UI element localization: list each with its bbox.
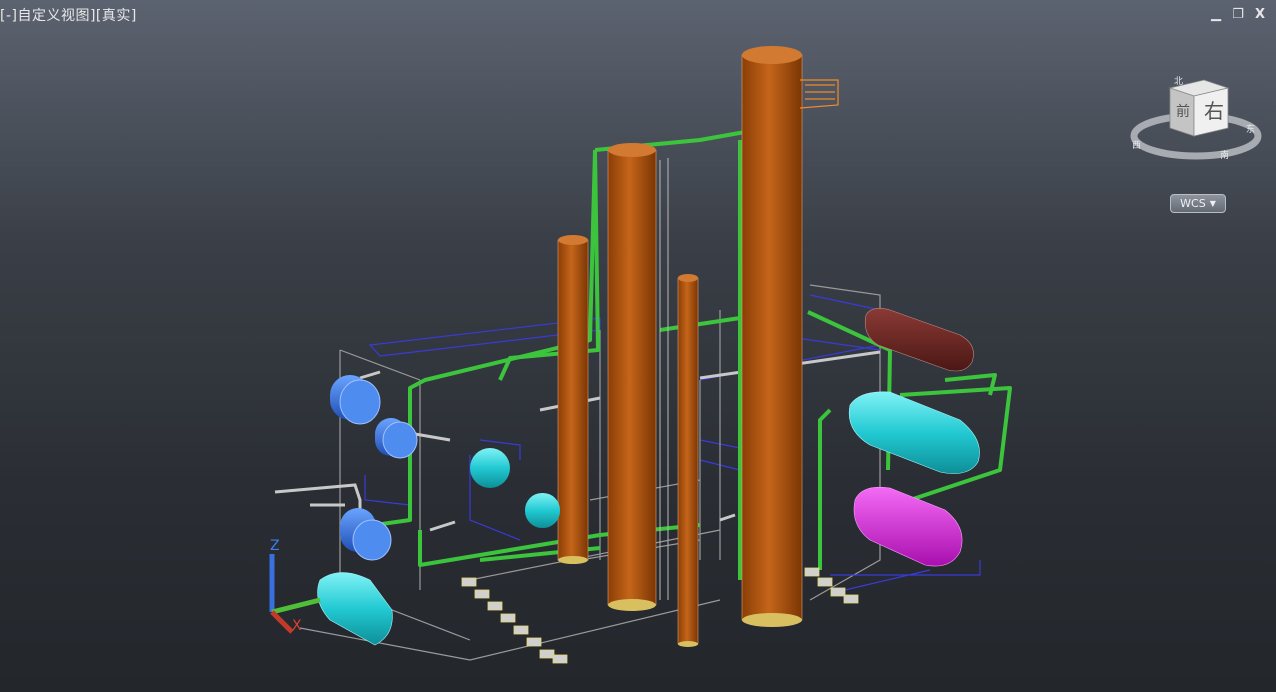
vessel-cyan-small-2: [525, 493, 560, 528]
vessel-magenta: [853, 486, 963, 567]
compass-north[interactable]: 北: [1174, 76, 1183, 87]
viewcube[interactable]: 前 右 北 东 南 西: [1128, 70, 1264, 166]
chevron-down-icon: ▼: [1209, 199, 1216, 208]
vessel-maroon: [864, 308, 974, 372]
column-left: [557, 235, 589, 564]
compass-east[interactable]: 东: [1246, 123, 1255, 135]
viewcube-right-label: 右: [1204, 99, 1224, 123]
vessel-cyan-small-1: [470, 448, 510, 488]
ucs-z-label: Z: [270, 538, 280, 554]
ladder-mid: [659, 158, 669, 600]
compass-west[interactable]: 西: [1132, 140, 1141, 151]
platform-top: [799, 79, 839, 109]
viewcube-front-label: 前: [1176, 103, 1190, 120]
vessel-blue-3: [340, 508, 392, 561]
vessel-blue-1: [330, 375, 381, 425]
vessel-cyan-bottom: [317, 572, 393, 646]
model-viewport[interactable]: Z X: [0, 0, 1276, 692]
column-thin: [677, 274, 699, 647]
column-mid: [607, 143, 657, 611]
compass-south[interactable]: 南: [1220, 149, 1229, 161]
wcs-menu-button[interactable]: WCS ▼: [1170, 194, 1226, 213]
ucs-x-label: X: [292, 618, 302, 634]
wcs-label: WCS: [1180, 197, 1206, 210]
column-tall: [741, 46, 803, 627]
vessel-cyan-large: [848, 391, 980, 474]
